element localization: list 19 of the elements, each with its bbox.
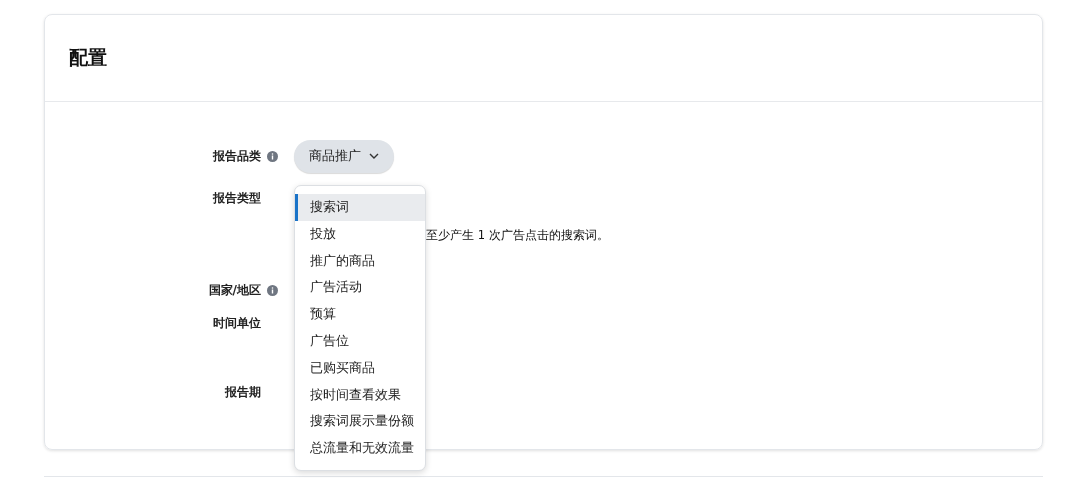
menu-item[interactable]: 投放	[295, 220, 425, 248]
card-title: 配置	[69, 45, 107, 70]
menu-item[interactable]: 推广的商品	[295, 247, 425, 275]
menu-item[interactable]: 搜索词展示量份额	[295, 408, 425, 436]
field-label: 报告期	[225, 383, 261, 401]
field-label: 报告类型	[213, 190, 261, 207]
menu-item[interactable]: 预算	[295, 301, 425, 328]
field-label: 国家/地区	[208, 281, 261, 299]
menu-item[interactable]: 搜索词	[295, 194, 425, 221]
menu-item[interactable]: 广告活动	[295, 274, 425, 302]
field-label: 报告品类	[213, 147, 261, 165]
menu-item[interactable]: 已购买商品	[295, 354, 425, 382]
field-label: 时间单位	[213, 314, 261, 332]
hint-text: 至少产生 1 次广告点击的搜索词。	[426, 228, 609, 243]
menu-item[interactable]: 广告位	[295, 328, 425, 355]
menu-item[interactable]: 按时间查看效果	[295, 381, 425, 409]
category-select[interactable]: 商品推广	[294, 139, 394, 173]
menu-item[interactable]: 总流量和无效流量	[295, 435, 425, 462]
chevron-down-icon	[369, 153, 379, 159]
